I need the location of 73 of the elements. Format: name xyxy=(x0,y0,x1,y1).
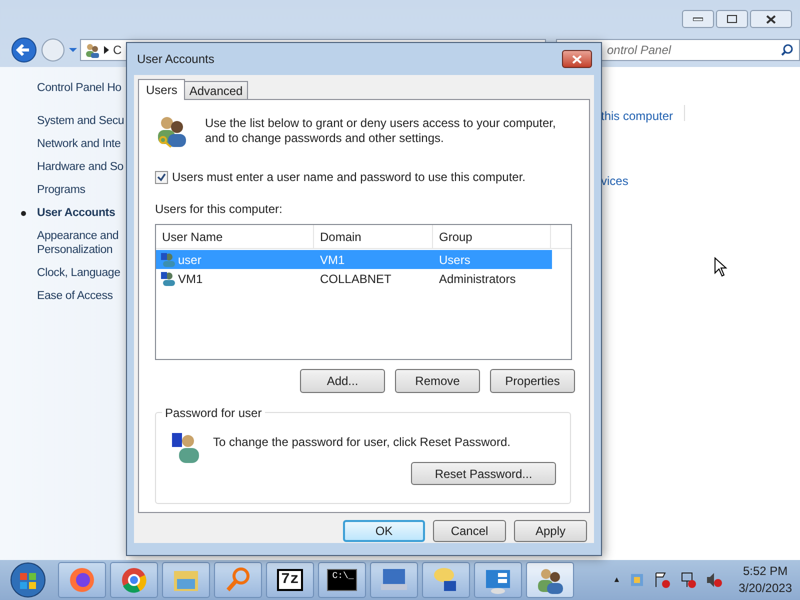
cell-text: Users xyxy=(439,252,470,268)
nav-link[interactable]: Hardware and So xyxy=(37,160,124,174)
close-button[interactable] xyxy=(750,10,792,28)
users-icon xyxy=(155,114,189,148)
cell-text: COLLABNET xyxy=(320,270,392,288)
taskbar-button[interactable] xyxy=(110,562,158,598)
search-icon xyxy=(781,44,793,56)
dialog-title: User Accounts xyxy=(137,51,214,68)
close-icon xyxy=(766,14,776,24)
terminal-icon: C:\_ xyxy=(327,569,357,591)
column-header[interactable]: User Name xyxy=(156,225,314,248)
speaker-icon[interactable] xyxy=(704,571,723,589)
minimize-icon xyxy=(693,17,703,21)
taskbar-button[interactable] xyxy=(370,562,418,598)
list-row[interactable]: VM1 COLLABNET Administrators xyxy=(156,269,552,288)
nav-link[interactable]: Appearance and Personalization xyxy=(37,229,119,257)
clock-date[interactable]: 3/20/2023 xyxy=(738,580,792,597)
app-logo: 7z xyxy=(276,569,303,591)
password-text: To change the password for user, click Reset Password. xyxy=(213,434,510,451)
checkbox[interactable] xyxy=(155,170,168,184)
checkbox-label: Users must enter a user name and password to use this computer. xyxy=(172,169,526,186)
cell-text: VM1 xyxy=(320,252,345,268)
chevron-icon xyxy=(104,46,109,54)
list-button[interactable]: Properties xyxy=(490,369,575,393)
nav-link[interactable]: Control Panel Ho xyxy=(37,81,122,95)
nav-link[interactable]: User Accounts xyxy=(37,206,116,220)
address-text: C xyxy=(113,42,122,59)
dialog-button[interactable]: Cancel xyxy=(433,520,506,542)
dialog-button[interactable]: Apply xyxy=(514,520,587,542)
reset-password-button[interactable]: Reset Password... xyxy=(411,462,556,485)
nav-link[interactable]: Network and Inte xyxy=(37,137,121,151)
maximize-icon xyxy=(727,15,737,23)
maximize-button[interactable] xyxy=(716,10,748,28)
user-icon xyxy=(161,271,176,286)
user-icon xyxy=(171,431,201,463)
minimize-button[interactable] xyxy=(682,10,714,28)
nav-link[interactable]: Clock, Language xyxy=(37,266,120,280)
cell-text: VM1 xyxy=(178,270,203,288)
nav-link[interactable]: Programs xyxy=(37,183,86,197)
list-button[interactable]: Add... xyxy=(300,369,385,393)
cell-text: Administrators xyxy=(439,270,516,288)
back-icon[interactable] xyxy=(10,36,38,64)
intro-text: Use the list below to grant or deny users access to your computer, and to change passwords and other settings. xyxy=(205,115,556,147)
mouse-cursor-icon xyxy=(714,257,728,277)
taskbar-button[interactable]: C:\_ xyxy=(318,562,366,598)
nav-link[interactable]: System and Secu xyxy=(37,114,124,128)
taskbar-button[interactable] xyxy=(526,562,574,598)
bullet-icon xyxy=(21,211,26,216)
taskbar-button[interactable] xyxy=(422,562,470,598)
list-label: Users for this computer: xyxy=(155,201,284,218)
tab[interactable]: Users xyxy=(138,79,186,100)
nav-link[interactable]: Ease of Access xyxy=(37,289,113,303)
cell-text: user xyxy=(178,252,202,268)
tab[interactable]: Advanced xyxy=(184,81,248,99)
link[interactable]: vices xyxy=(601,172,628,190)
dialog-button[interactable]: OK xyxy=(343,520,425,542)
taskbar-button[interactable] xyxy=(474,562,522,598)
close-icon xyxy=(572,54,582,64)
column-header[interactable]: Group xyxy=(433,225,551,248)
taskbar-button[interactable]: 7z xyxy=(266,562,314,598)
tray-toggle[interactable]: ▲ xyxy=(612,574,621,586)
link[interactable]: this computer xyxy=(601,107,674,125)
list-button[interactable]: Remove xyxy=(395,369,480,393)
close-button[interactable] xyxy=(562,50,592,68)
users-icon xyxy=(84,42,100,58)
dropdown-icon[interactable] xyxy=(68,46,78,54)
taskbar-button[interactable] xyxy=(58,562,106,598)
column-header[interactable]: Domain xyxy=(314,225,433,248)
flag-icon[interactable] xyxy=(652,571,671,589)
user-icon xyxy=(161,252,176,267)
clock-time[interactable]: 5:52 PM xyxy=(742,563,788,580)
search-placeholder: ontrol Panel xyxy=(607,42,672,59)
network-icon[interactable] xyxy=(678,571,697,589)
